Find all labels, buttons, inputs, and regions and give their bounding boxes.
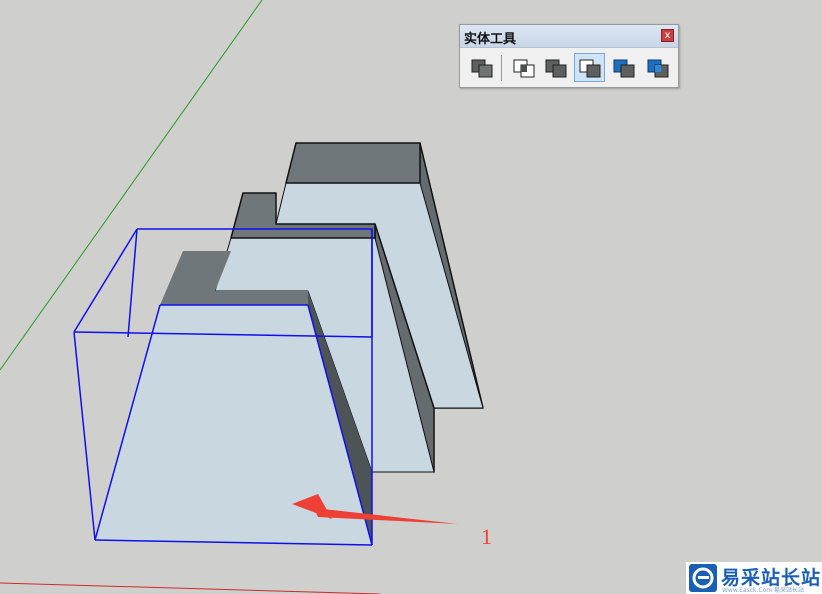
union-icon xyxy=(545,59,567,78)
site-watermark: 易采站长站 Www.Easck.Com 易采站长站 xyxy=(686,562,822,594)
toolbar-titlebar[interactable]: 实体工具 x xyxy=(460,25,678,48)
watermark-url: Www.Easck.Com 易采站长站 xyxy=(722,587,804,594)
toolbar-title: 实体工具 xyxy=(464,32,517,47)
split-button[interactable] xyxy=(642,53,673,82)
split-icon xyxy=(647,59,669,78)
subtract-icon xyxy=(579,59,601,78)
model-viewport[interactable] xyxy=(0,0,822,594)
annotation-label: 1 xyxy=(481,524,492,549)
solid-inspector-icon xyxy=(471,59,493,78)
trim-icon xyxy=(613,59,635,78)
trim-button[interactable] xyxy=(608,53,639,82)
intersect-button[interactable] xyxy=(508,53,539,82)
red-axis xyxy=(0,582,381,594)
solid-tools-toolbar: 实体工具 x xyxy=(459,24,679,88)
toolbar-separator xyxy=(501,55,502,81)
solid-inspector-button[interactable] xyxy=(466,53,497,82)
subtract-button[interactable] xyxy=(574,53,605,82)
intersect-icon xyxy=(513,59,535,78)
close-button[interactable]: x xyxy=(661,29,674,42)
site-logo-icon xyxy=(689,564,717,592)
model-scene xyxy=(0,0,484,594)
union-button[interactable] xyxy=(540,53,571,82)
